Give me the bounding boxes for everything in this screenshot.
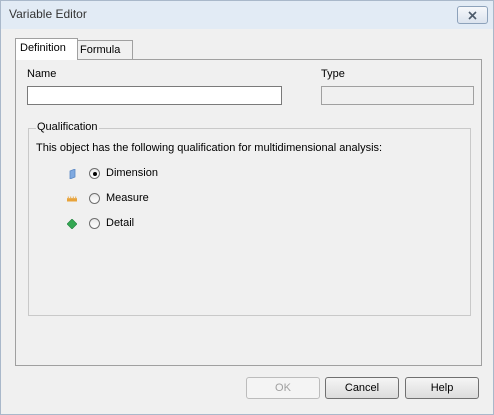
window-title: Variable Editor	[9, 7, 87, 21]
variable-editor-window: Variable Editor Definition Formula Name …	[0, 0, 494, 415]
measure-radio[interactable]	[89, 193, 100, 204]
qualification-legend: Qualification	[36, 121, 99, 133]
dimension-radio[interactable]	[89, 168, 100, 179]
tab-definition[interactable]: Definition	[15, 38, 78, 60]
detail-label: Detail	[106, 217, 135, 229]
qualification-group: Qualification This object has the follow…	[28, 121, 471, 316]
dimension-label: Dimension	[106, 167, 158, 179]
measure-label: Measure	[106, 192, 149, 204]
name-label: Name	[27, 68, 57, 80]
dimension-icon	[69, 169, 76, 179]
definition-panel: Name Type Qualification This object has …	[15, 59, 482, 366]
qualification-description: This object has the following qualificat…	[36, 142, 383, 154]
name-input[interactable]	[27, 86, 282, 105]
type-label: Type	[321, 68, 345, 80]
close-button[interactable]	[457, 6, 488, 24]
detail-radio[interactable]	[89, 218, 100, 229]
ok-button[interactable]: OK	[246, 377, 320, 399]
help-button[interactable]: Help	[405, 377, 479, 399]
detail-icon	[67, 219, 77, 229]
cancel-button[interactable]: Cancel	[325, 377, 399, 399]
measure-icon	[67, 196, 77, 202]
close-icon	[468, 10, 477, 20]
type-field	[321, 86, 474, 105]
tab-formula[interactable]: Formula	[75, 40, 133, 59]
title-bar[interactable]: Variable Editor	[1, 1, 493, 29]
